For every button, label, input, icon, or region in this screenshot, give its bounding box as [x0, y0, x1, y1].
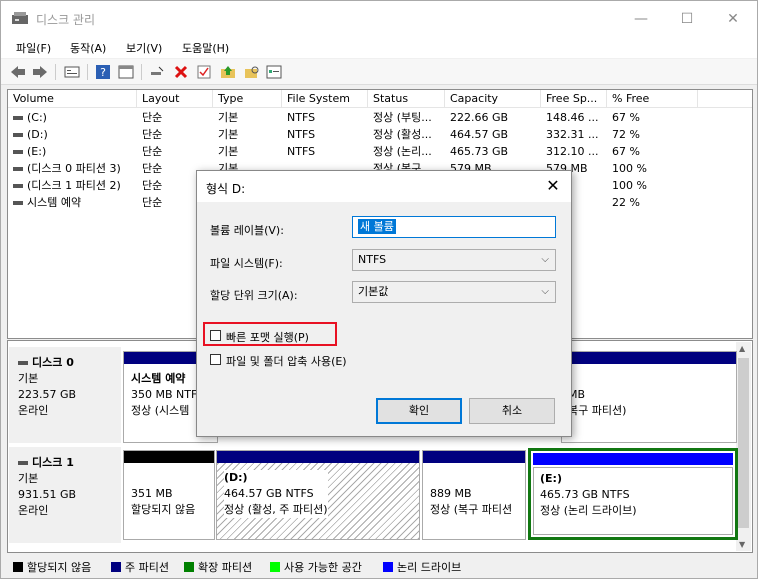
menu-view[interactable]: 보기(V) [126, 40, 162, 56]
console-icon[interactable] [117, 63, 135, 81]
window-title: 디스크 관리 [36, 13, 96, 27]
compress-checkbox[interactable] [210, 354, 221, 365]
col-free-space[interactable]: Free Sp... [541, 90, 607, 108]
settings-window-icon[interactable] [265, 63, 283, 81]
disk-management-icon [12, 12, 28, 24]
col-percent-free[interactable]: % Free [607, 90, 698, 108]
disk-view-scrollbar[interactable]: ▲ ▼ [736, 342, 751, 551]
legend-extended: 확장 파티션 [184, 559, 252, 575]
drive-icon [13, 150, 23, 154]
legend-unallocated: 할당되지 않음 [13, 559, 91, 575]
disk-0-info[interactable]: 디스크 0 기본 223.57 GB 온라인 [9, 347, 121, 443]
disk-icon [18, 361, 28, 365]
partition-disk0-recovery[interactable]: MB 복구 파티션) [561, 351, 737, 443]
quick-format-checkbox[interactable] [210, 330, 221, 341]
menu-file[interactable]: 파일(F) [16, 40, 51, 56]
dialog-title: 형식 D: [206, 182, 246, 196]
drive-icon [13, 167, 23, 171]
disk-icon [18, 461, 28, 465]
partition-unallocated[interactable]: 351 MB 할당되지 않음 [123, 450, 215, 540]
col-layout[interactable]: Layout [137, 90, 213, 108]
logical-drive-bar [533, 453, 733, 465]
partition-e-selected[interactable]: (E:) 465.73 GB NTFS 정상 (논리 드라이브) [528, 448, 738, 540]
maximize-button[interactable]: ☐ [664, 1, 710, 36]
minimize-button[interactable]: — [618, 1, 664, 36]
col-file-system[interactable]: File System [282, 90, 368, 108]
check-icon[interactable] [195, 63, 213, 81]
volume-label-label: 볼륨 레이블(V): [210, 224, 284, 237]
properties-icon[interactable] [63, 63, 81, 81]
volume-list-header: Volume Layout Type File System Status Ca… [8, 90, 752, 108]
close-button[interactable]: ✕ [710, 1, 756, 36]
volume-row[interactable]: (E:) 단순 기본 NTFS 정상 (논리... 465.73 GB 312.… [8, 143, 752, 160]
volume-row[interactable]: (C:) 단순 기본 NTFS 정상 (부팅... 222.66 GB 148.… [8, 109, 752, 126]
chevron-down-icon: ⌵ [541, 286, 549, 297]
partition-disk1-recovery[interactable]: 889 MB 정상 (복구 파티션 [422, 450, 526, 540]
menu-bar: 파일(F) 동작(A) 보기(V) 도움말(H) [1, 36, 757, 58]
menu-action[interactable]: 동작(A) [70, 40, 106, 56]
col-type[interactable]: Type [213, 90, 282, 108]
drive-icon [13, 201, 23, 205]
up-folder-icon[interactable] [219, 63, 237, 81]
toolbar: ? [1, 59, 757, 85]
drive-icon [13, 184, 23, 188]
partition-d[interactable]: (D:) 464.57 GB NTFS 정상 (활성, 주 파티션) [216, 450, 420, 540]
quick-format-label: 빠른 포맷 실행(P) [226, 331, 309, 344]
search-folder-icon[interactable] [243, 63, 261, 81]
disk-management-window: 디스크 관리 — ☐ ✕ 파일(F) 동작(A) 보기(V) 도움말(H) ? … [0, 0, 758, 579]
drive-icon [13, 116, 23, 120]
file-system-select[interactable]: NTFS ⌵ [352, 249, 556, 271]
volume-row[interactable]: (D:) 단순 기본 NTFS 정상 (활성... 464.57 GB 332.… [8, 126, 752, 143]
scroll-down-icon[interactable]: ▼ [739, 540, 745, 549]
svg-text:?: ? [100, 66, 106, 79]
help-icon[interactable]: ? [94, 63, 112, 81]
scroll-thumb[interactable] [738, 358, 749, 528]
scroll-up-icon[interactable]: ▲ [739, 344, 745, 353]
compress-label: 파일 및 폴더 압축 사용(E) [226, 355, 347, 368]
dialog-close-icon[interactable]: ✕ [541, 175, 565, 197]
forward-arrow-icon[interactable] [31, 63, 49, 81]
menu-help[interactable]: 도움말(H) [182, 40, 229, 56]
connect-icon[interactable] [148, 63, 166, 81]
col-volume[interactable]: Volume [8, 90, 137, 108]
legend: 할당되지 않음 주 파티션 확장 파티션 사용 가능한 공간 논리 드라이브 [7, 556, 753, 576]
delete-icon[interactable] [172, 63, 190, 81]
ok-button[interactable]: 확인 [376, 398, 462, 424]
format-dialog: 형식 D: ✕ 볼륨 레이블(V): 새 볼륨 파일 시스템(F): NTFS … [196, 170, 572, 437]
drive-icon [13, 133, 23, 137]
disk-1-info[interactable]: 디스크 1 기본 931.51 GB 온라인 [9, 447, 121, 543]
col-status[interactable]: Status [368, 90, 445, 108]
legend-primary: 주 파티션 [111, 559, 169, 575]
col-capacity[interactable]: Capacity [445, 90, 541, 108]
back-arrow-icon[interactable] [9, 63, 27, 81]
dialog-title-bar: 형식 D: ✕ [197, 171, 571, 202]
allocation-unit-select[interactable]: 기본값 ⌵ [352, 281, 556, 303]
cancel-button[interactable]: 취소 [469, 398, 555, 424]
legend-logical: 논리 드라이브 [383, 559, 461, 575]
volume-label-input[interactable]: 새 볼륨 [352, 216, 556, 238]
legend-free-space: 사용 가능한 공간 [270, 559, 362, 575]
chevron-down-icon: ⌵ [541, 254, 549, 265]
title-bar: 디스크 관리 — ☐ ✕ [1, 1, 757, 36]
allocation-unit-label: 할당 단위 크기(A): [210, 289, 298, 302]
file-system-label: 파일 시스템(F): [210, 257, 283, 270]
